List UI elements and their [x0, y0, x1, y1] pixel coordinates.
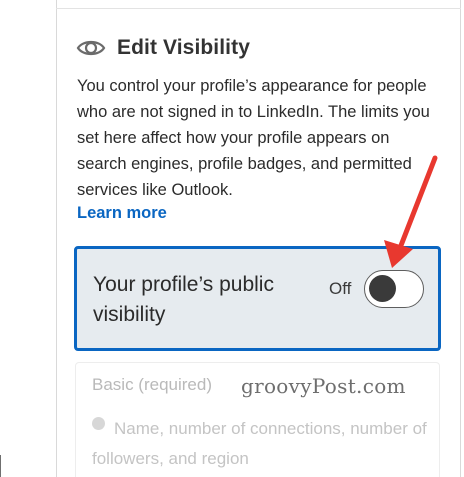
basic-title: Basic (required)	[92, 375, 212, 394]
public-visibility-label: Your profile’s public visibility	[93, 273, 274, 326]
section-description: You control your profile’s appearance fo…	[77, 77, 430, 199]
section-title: Edit Visibility	[117, 36, 250, 59]
public-visibility-toggle[interactable]	[364, 270, 424, 308]
page: Edit Visibility You control your profile…	[0, 0, 464, 477]
eye-icon	[76, 38, 106, 58]
toggle-knob	[369, 275, 396, 302]
public-visibility-card: Your profile’s public visibility Off	[74, 246, 441, 351]
divider	[56, 8, 461, 9]
window-edge	[0, 455, 1, 477]
watermark: groovyPost.com	[241, 374, 406, 398]
basic-option-text: Name, number of connections, number of f…	[92, 419, 427, 468]
section-header: Edit Visibility	[76, 33, 250, 63]
learn-more-link[interactable]: Learn more	[77, 204, 167, 223]
toggle-state-text: Off	[329, 279, 352, 298]
